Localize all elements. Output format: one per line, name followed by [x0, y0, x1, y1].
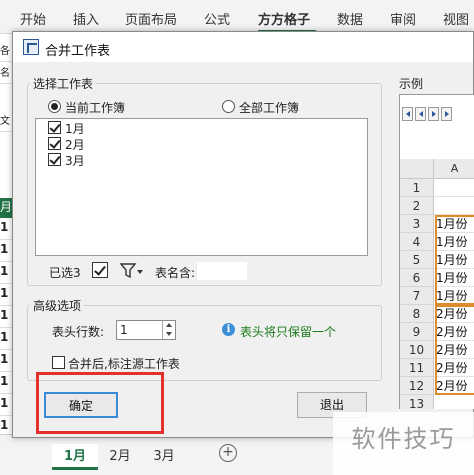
tab-home[interactable]: 开始 [20, 9, 46, 28]
preview-group-jan [435, 215, 474, 305]
sheet-tab-feb[interactable]: 2月 [98, 444, 142, 470]
radio-all-workbooks[interactable] [222, 100, 235, 113]
ribbon: 开始 插入 页面布局 公式 方方格子 数据 审阅 视图 [0, 0, 474, 34]
preview-row-number: 3 [400, 215, 434, 233]
tab-review[interactable]: 审阅 [390, 9, 416, 28]
nav-prev-icon [415, 107, 426, 121]
select-all-checkbox-icon[interactable] [92, 262, 108, 278]
sheet-checkbox[interactable] [48, 137, 61, 150]
preview-corner [400, 159, 434, 179]
sheet-checkbox[interactable] [48, 121, 61, 134]
nav-last-icon [441, 107, 452, 121]
preview-pane: A 1 2 3 1月份 4 1月份 5 1月份 6 1月份 7 1月份 8 2月… [399, 94, 474, 409]
sheet-list-item[interactable]: 3月 [65, 152, 85, 169]
preview-row-number: 9 [400, 323, 434, 341]
nav-first-icon [402, 107, 413, 121]
preview-cell [434, 395, 474, 409]
tab-view[interactable]: 视图 [443, 9, 469, 28]
sheet-name-filter-label: 表名含: [155, 266, 196, 280]
annotation-highlight-box [36, 372, 164, 434]
preview-row-number: 10 [400, 341, 434, 359]
select-sheets-group-label: 选择工作表 [30, 75, 97, 92]
dialog-title-bar[interactable]: 合并工作表 [13, 32, 473, 62]
stepper-buttons[interactable] [162, 321, 175, 339]
preview-column-header: A [434, 159, 474, 179]
sheet-checkbox[interactable] [48, 153, 61, 166]
header-rows-stepper[interactable]: 1 [116, 320, 176, 340]
mark-source-label[interactable]: 合并后,标注源工作表 [68, 355, 180, 372]
watermark: 软件技巧 [333, 412, 474, 475]
info-icon: i [222, 323, 235, 336]
preview-row-number: 7 [400, 287, 434, 305]
mark-source-checkbox[interactable] [52, 356, 65, 369]
preview-row-number: 4 [400, 233, 434, 251]
sheet-list-item[interactable]: 1月 [65, 120, 85, 137]
preview-label: 示例 [399, 77, 424, 91]
radio-current-workbook-label[interactable]: 当前工作簿 [65, 99, 125, 116]
preview-row-number: 5 [400, 251, 434, 269]
nav-next-icon [428, 107, 439, 121]
tab-data[interactable]: 数据 [337, 9, 363, 28]
preview-row-number: 12 [400, 377, 434, 395]
header-rows-value[interactable]: 1 [120, 323, 128, 337]
stepper-up-icon[interactable] [166, 323, 172, 327]
preview-row-number: 13 [400, 395, 434, 409]
tab-fangfang[interactable]: 方方格子 [258, 9, 310, 28]
advanced-options-group-label: 高级选项 [30, 297, 85, 314]
tab-page-layout[interactable]: 页面布局 [125, 9, 177, 28]
header-hint: 表头将只保留一个 [240, 325, 337, 339]
sheet-list[interactable] [35, 118, 368, 256]
filter-icon[interactable] [120, 262, 144, 280]
preview-row-number: 11 [400, 359, 434, 377]
sheet-list-item[interactable]: 2月 [65, 136, 85, 153]
preview-row-number: 2 [400, 197, 434, 215]
preview-row-number: 1 [400, 179, 434, 197]
preview-row-number: 8 [400, 305, 434, 323]
sheet-tab-mar[interactable]: 3月 [142, 444, 186, 470]
preview-sheet-nav [402, 107, 462, 123]
add-sheet-icon[interactable]: + [219, 444, 237, 462]
sheet-tab-jan[interactable]: 1月 [52, 444, 98, 470]
sheet-name-filter-input[interactable] [197, 262, 247, 280]
dialog-title: 合并工作表 [45, 44, 111, 59]
radio-current-workbook[interactable] [48, 100, 61, 113]
preview-group-feb [435, 305, 474, 395]
header-rows-label: 表头行数: [52, 325, 105, 339]
preview-row-number: 6 [400, 269, 434, 287]
dialog-app-icon [23, 39, 39, 55]
preview-cell [434, 179, 474, 197]
radio-all-workbooks-label[interactable]: 全部工作簿 [239, 99, 299, 116]
selected-count: 已选3 [49, 266, 81, 280]
tab-insert[interactable]: 插入 [73, 9, 99, 28]
preview-cell [434, 197, 474, 215]
stepper-down-icon[interactable] [166, 332, 172, 336]
tab-formulas[interactable]: 公式 [204, 9, 230, 28]
